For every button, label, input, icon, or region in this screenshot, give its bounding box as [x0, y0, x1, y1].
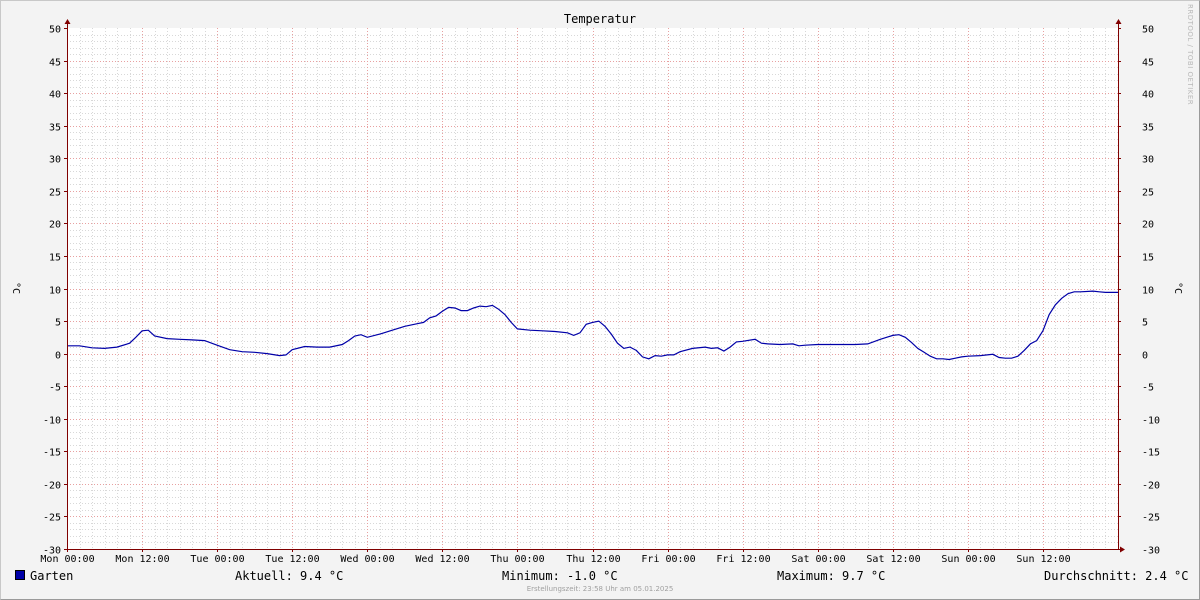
y-tick-label-left: 35: [49, 123, 61, 134]
y-tick-label-left: 15: [49, 253, 61, 264]
y-tick-label-left: -25: [43, 513, 61, 524]
x-axis-arrow: [1120, 546, 1125, 553]
y-tick-label-left: 20: [49, 220, 61, 231]
x-tick-label: Mon 00:00: [40, 554, 94, 565]
y-tick-label-right: 50: [1142, 25, 1154, 36]
x-tick-label: Wed 12:00: [415, 554, 469, 565]
y-axis-title-right: °C: [1172, 282, 1183, 294]
y-axis-left-labels: 50454035302520151050-5-10-15-20-25-30: [43, 25, 61, 557]
x-tick-label: Thu 00:00: [490, 554, 544, 565]
y-tick-label-left: 50: [49, 25, 61, 36]
x-tick-label: Wed 00:00: [340, 554, 394, 565]
y-axis-right-labels: 50454035302520151050-5-10-15-20-25-30: [1142, 25, 1160, 557]
y-axis-right-arrow: [1115, 19, 1122, 24]
x-tick-label: Sun 12:00: [1016, 554, 1070, 565]
y-axis-title-left: °C: [10, 282, 21, 294]
y-tick-label-right: 20: [1142, 220, 1154, 231]
y-tick-label-right: -10: [1142, 416, 1160, 427]
y-tick-label-left: -20: [43, 481, 61, 492]
y-tick-label-right: 10: [1142, 286, 1154, 297]
legend-maximum: Maximum: 9.7 °C: [777, 569, 886, 583]
y-axis-left-arrow: [64, 19, 71, 24]
y-tick-label-left: 10: [49, 286, 61, 297]
y-tick-label-left: 40: [49, 90, 61, 101]
y-tick-label-left: 30: [49, 155, 61, 166]
legend-average: Durchschnitt: 2.4 °C: [1044, 569, 1189, 583]
y-tick-label-left: 0: [55, 351, 61, 362]
y-tick-label-right: 35: [1142, 123, 1154, 134]
creation-time-footer: Erstellungszeit: 23:58 Uhr am 05.01.2025: [526, 585, 674, 593]
y-tick-label-right: 30: [1142, 155, 1154, 166]
y-tick-label-left: -15: [43, 448, 61, 459]
rrdtool-watermark: RRDTOOL / TOBI OETIKER: [1186, 4, 1194, 106]
x-tick-label: Fri 00:00: [641, 554, 695, 565]
y-tick-label-left: -5: [49, 383, 61, 394]
y-tick-label-right: 45: [1142, 58, 1154, 69]
y-tick-label-right: -25: [1142, 513, 1160, 524]
temperature-chart: 50454035302520151050-5-10-15-20-25-30 50…: [10, 12, 1183, 565]
y-tick-label-right: 15: [1142, 253, 1154, 264]
y-tick-label-left: -10: [43, 416, 61, 427]
y-tick-label-left: 45: [49, 58, 61, 69]
y-tick-label-right: 40: [1142, 90, 1154, 101]
chart-title: Temperatur: [564, 12, 636, 26]
y-tick-label-left: 5: [55, 318, 61, 329]
y-tick-label-right: -30: [1142, 546, 1160, 557]
legend-current: Aktuell: 9.4 °C: [235, 569, 344, 583]
legend-series-name: Garten: [30, 569, 74, 583]
x-tick-label: Tue 00:00: [190, 554, 244, 565]
y-tick-label-right: -5: [1142, 383, 1154, 394]
x-tick-label: Tue 12:00: [265, 554, 319, 565]
y-tick-label-right: 0: [1142, 351, 1148, 362]
y-tick-label-right: 25: [1142, 188, 1154, 199]
y-tick-label-right: 5: [1142, 318, 1148, 329]
x-tick-label: Fri 12:00: [716, 554, 770, 565]
y-tick-label-left: 25: [49, 188, 61, 199]
legend-swatch: [15, 570, 25, 580]
x-axis-labels: Mon 00:00 Mon 12:00 Tue 00:00 Tue 12:00 Wed …: [40, 554, 1070, 565]
x-tick-label: Mon 12:00: [115, 554, 169, 565]
y-tick-label-right: -20: [1142, 481, 1160, 492]
x-tick-label: Thu 12:00: [566, 554, 620, 565]
y-tick-label-right: -15: [1142, 448, 1160, 459]
x-tick-label: Sun 00:00: [941, 554, 995, 565]
x-tick-label: Sat 12:00: [866, 554, 920, 565]
legend-minimum: Minimum: -1.0 °C: [502, 569, 618, 583]
x-tick-label: Sat 00:00: [791, 554, 845, 565]
